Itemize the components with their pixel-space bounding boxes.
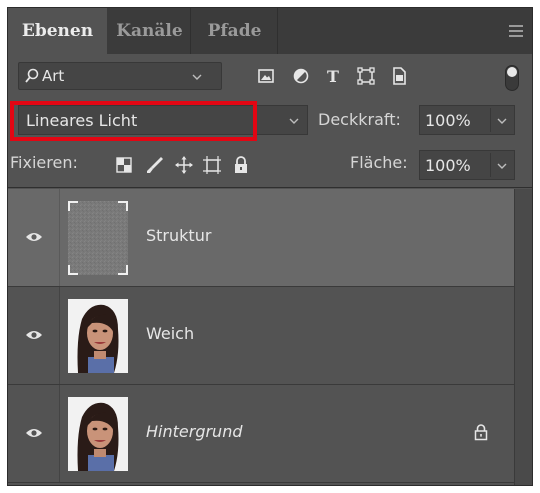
layer-name: Hintergrund [146, 422, 243, 441]
tab-layers[interactable]: Ebenen [8, 8, 107, 54]
lock-row: Fixieren: Fläche: 100% [8, 142, 532, 188]
fill-value: 100% [425, 156, 471, 175]
opacity-label: Deckkraft: [318, 110, 401, 129]
fill-label: Fläche: [350, 153, 408, 172]
lock-transparent-pixels-icon[interactable] [113, 154, 135, 176]
smart-object-filter-icon[interactable] [387, 64, 411, 88]
eye-icon [26, 233, 42, 241]
filter-type-label: Art [42, 67, 65, 85]
fill-field[interactable]: 100% [419, 150, 515, 180]
svg-text:T: T [327, 67, 339, 86]
chevron-down-icon [497, 163, 507, 169]
visibility-toggle[interactable] [8, 189, 60, 286]
panel-menu-icon[interactable] [509, 25, 523, 37]
layers-scrollbar[interactable] [514, 189, 532, 485]
lock-icon [474, 424, 488, 441]
portrait-thumbnail [68, 397, 128, 471]
chevron-down-icon [192, 74, 202, 80]
chevron-down-icon [289, 118, 299, 124]
visibility-toggle[interactable] [8, 287, 60, 384]
adjustment-filter-icon[interactable] [289, 64, 313, 88]
panel-tab-bar: Ebenen Kanäle Pfade [8, 8, 532, 54]
layer-row-struktur[interactable]: Struktur [8, 189, 514, 287]
opacity-field[interactable]: 100% [419, 105, 515, 135]
type-filter-icon[interactable]: T [321, 64, 345, 88]
chevron-down-icon [497, 118, 507, 124]
lock-artboard-icon[interactable] [201, 154, 223, 176]
lock-image-pixels-icon[interactable] [144, 154, 166, 176]
layer-name: Struktur [146, 226, 212, 245]
lock-all-icon[interactable] [230, 154, 252, 176]
lock-position-icon[interactable] [173, 154, 195, 176]
layers-list: Struktur Weich Hintergrund [8, 189, 514, 485]
tab-channels[interactable]: Kanäle [109, 8, 191, 54]
layer-name: Weich [146, 324, 195, 343]
layers-panel: Ebenen Kanäle Pfade Art T Lineares Licht… [7, 7, 533, 486]
eye-icon [26, 429, 42, 437]
shape-filter-icon[interactable] [354, 64, 378, 88]
tab-paths[interactable]: Pfade [192, 8, 278, 54]
eye-icon [26, 331, 42, 339]
visibility-toggle[interactable] [8, 385, 60, 482]
layer-row-hintergrund[interactable]: Hintergrund [8, 385, 514, 483]
filter-row: Art T [8, 54, 532, 98]
layer-row-weich[interactable]: Weich [8, 287, 514, 385]
lock-label: Fixieren: [10, 153, 78, 172]
filter-type-select[interactable]: Art [18, 62, 222, 90]
image-filter-icon[interactable] [254, 64, 278, 88]
blend-row: Lineares Licht Deckkraft: 100% [8, 98, 532, 142]
portrait-thumbnail [68, 299, 128, 373]
blend-mode-select[interactable]: Lineares Licht [18, 105, 308, 135]
search-icon [25, 68, 39, 83]
layer-thumbnail [68, 201, 128, 275]
filter-toggle[interactable] [505, 65, 519, 91]
blend-mode-value: Lineares Licht [26, 111, 138, 130]
opacity-value: 100% [425, 111, 471, 130]
